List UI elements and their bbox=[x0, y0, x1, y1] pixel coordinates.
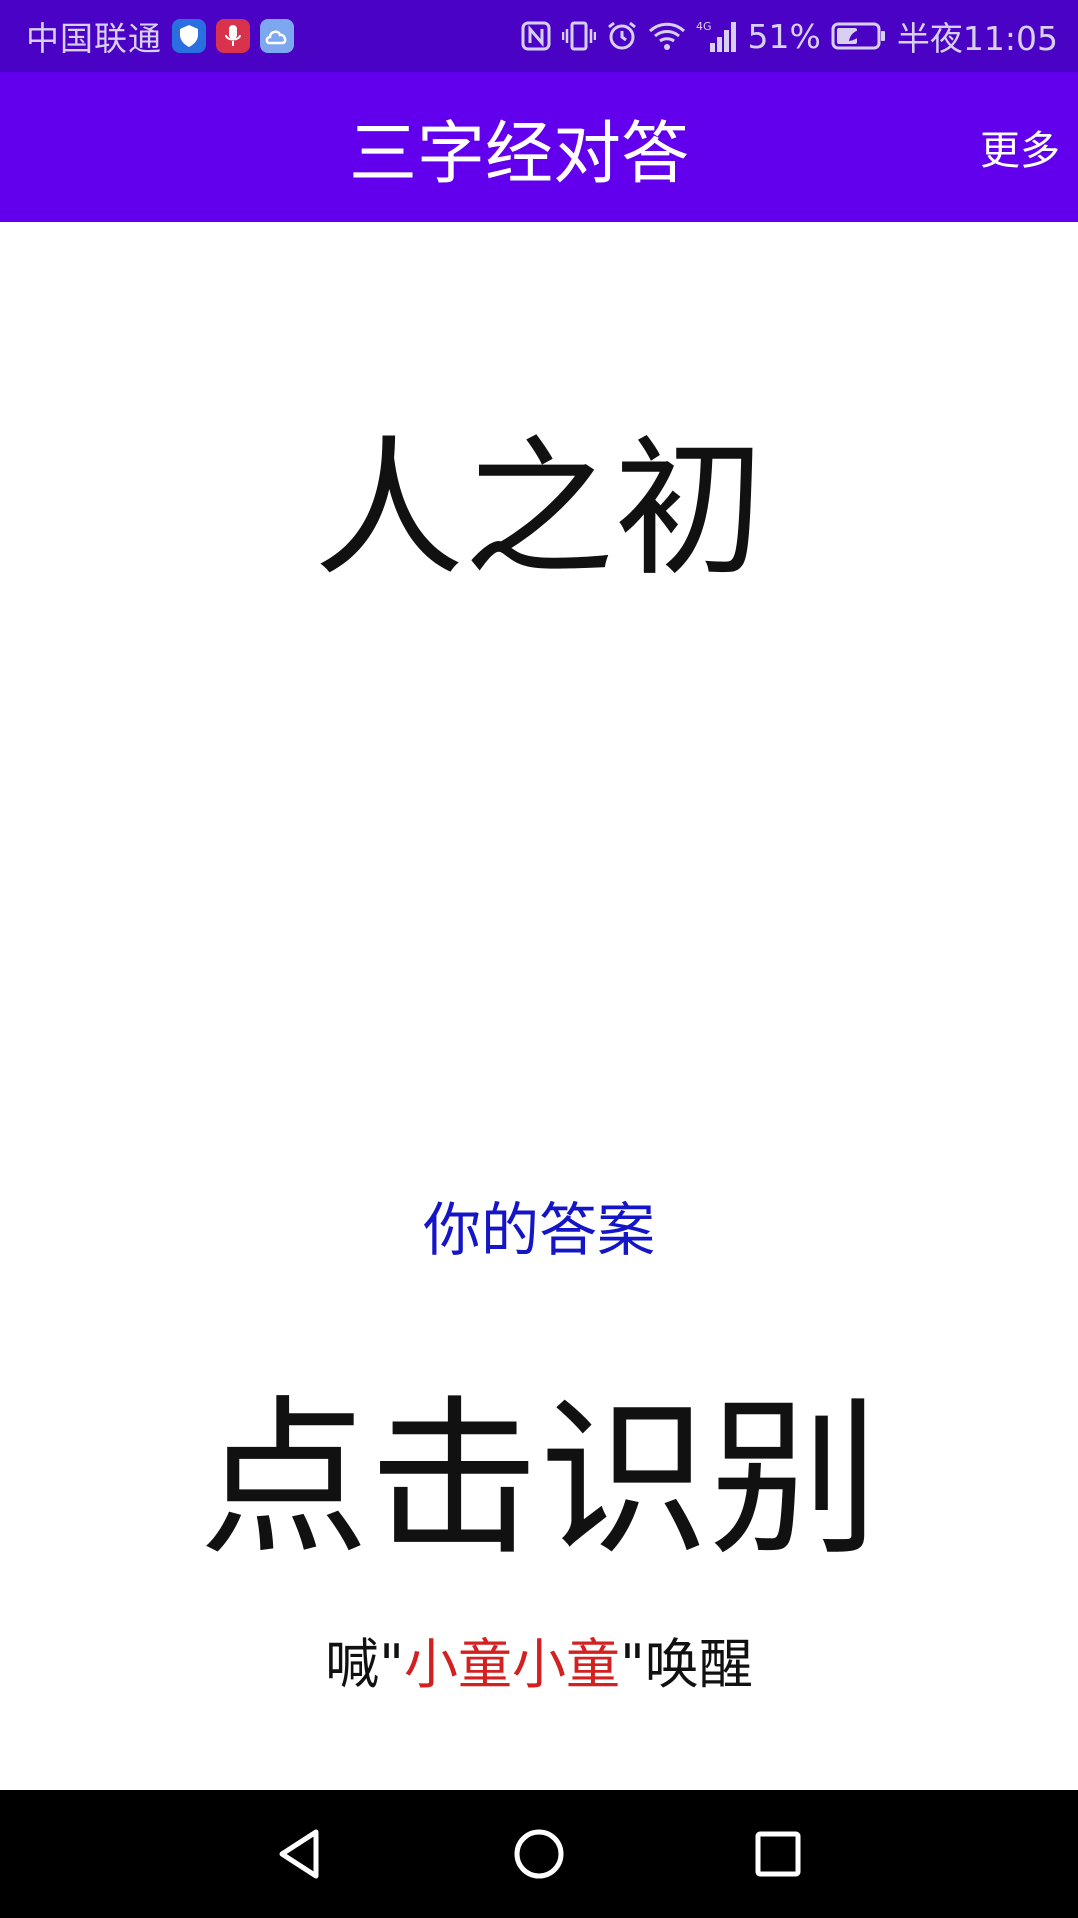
home-button[interactable] bbox=[479, 1790, 599, 1918]
network-type-label: 4G bbox=[696, 20, 712, 33]
battery-icon bbox=[831, 21, 887, 51]
recents-button[interactable] bbox=[718, 1790, 838, 1918]
status-right: 4G 51% 半夜11:05 bbox=[520, 0, 1058, 72]
navigation-bar bbox=[0, 1790, 1078, 1918]
app-title: 三字经对答 bbox=[348, 114, 689, 194]
alarm-icon bbox=[606, 20, 638, 52]
status-left: 中国联通 bbox=[26, 0, 294, 72]
status-bar: 中国联通 4G 51% 半夜11:05 bbox=[0, 0, 1078, 72]
signal-icon: 4G bbox=[696, 19, 738, 53]
shield-app-icon bbox=[172, 19, 206, 53]
clock: 半夜11:05 bbox=[896, 19, 1058, 58]
app-title-container: 三字经对答 bbox=[0, 72, 1078, 222]
wake-hint: 喊"小童小童"唤醒 bbox=[0, 1630, 1078, 1700]
battery-percent: 51% bbox=[747, 16, 821, 56]
recognize-button[interactable]: 点击识别 bbox=[0, 1380, 1078, 1580]
back-button[interactable] bbox=[240, 1790, 360, 1918]
answer-label: 你的答案 bbox=[422, 1196, 655, 1264]
app-bar: 三字经对答 更多 bbox=[0, 72, 1078, 222]
cloud-app-icon bbox=[260, 19, 294, 53]
home-icon bbox=[514, 1829, 564, 1879]
wifi-icon bbox=[648, 20, 686, 52]
wake-hint-suffix: "唤醒 bbox=[620, 1633, 753, 1696]
recents-icon bbox=[755, 1831, 801, 1877]
carrier-name: 中国联通 bbox=[26, 19, 162, 58]
vibrate-icon bbox=[561, 20, 596, 52]
question-text: 人之初 bbox=[313, 423, 764, 597]
more-button[interactable]: 更多 bbox=[980, 72, 1060, 222]
wake-hint-prefix: 喊" bbox=[325, 1633, 404, 1696]
back-icon bbox=[279, 1829, 319, 1879]
mic-app-icon bbox=[216, 19, 250, 53]
wake-word: 小童小童 bbox=[404, 1633, 620, 1696]
nfc-icon bbox=[520, 20, 552, 52]
screen: 中国联通 4G 51% 半夜11:05 三字经对答 更多 人之初 你的答案 点击… bbox=[0, 0, 1078, 1918]
